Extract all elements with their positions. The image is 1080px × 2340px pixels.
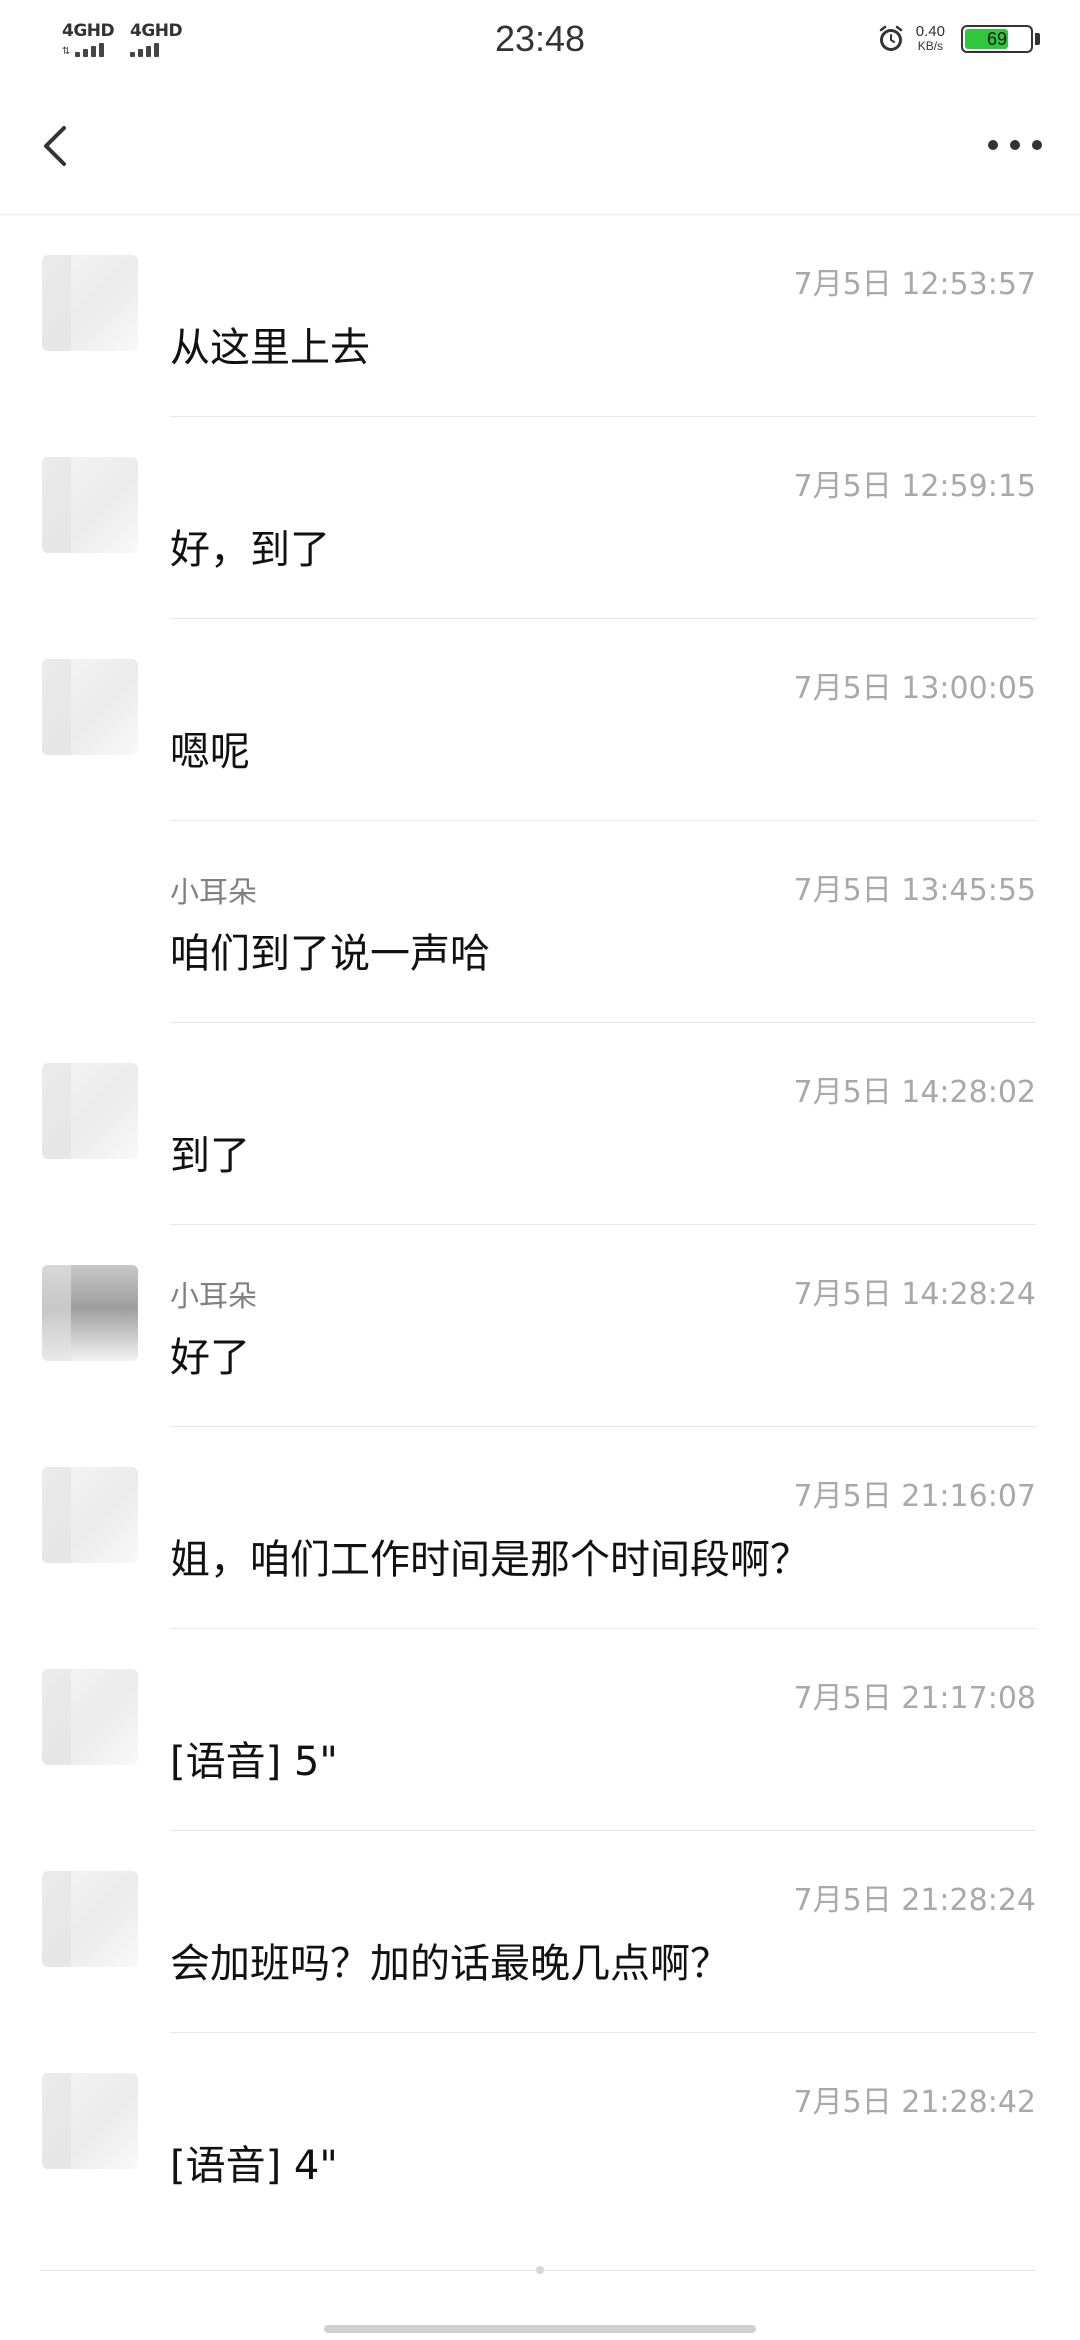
message-content: 嗯呢 <box>170 729 250 775</box>
message-timestamp: 7月5日 21:17:08 <box>793 1681 1036 1716</box>
voice-message-content: [语音] 5" <box>170 1739 338 1785</box>
message-item[interactable]: 7月5日 13:00:05 嗯呢 <box>0 619 1080 821</box>
sender-name: 小耳朵 <box>170 1279 258 1313</box>
message-item[interactable]: 小耳朵 7月5日 14:28:24 好了 <box>0 1225 1080 1427</box>
message-item[interactable]: 7月5日 21:28:24 会加班吗？加的话最晚几点啊？ <box>0 1831 1080 2033</box>
network-speed: 0.40 KB/s <box>916 24 945 54</box>
home-indicator[interactable] <box>324 2325 756 2333</box>
more-options-button[interactable] <box>980 120 1050 170</box>
chevron-left-icon <box>44 126 66 166</box>
avatar[interactable] <box>42 1669 138 1765</box>
message-item[interactable]: 7月5日 21:16:07 姐，咱们工作时间是那个时间段啊？ <box>0 1427 1080 1629</box>
message-content: 姐，咱们工作时间是那个时间段啊？ <box>170 1537 810 1583</box>
message-timestamp: 7月5日 21:28:24 <box>793 1883 1036 1918</box>
message-timestamp: 7月5日 12:59:15 <box>793 469 1036 504</box>
message-timestamp: 7月5日 21:16:07 <box>793 1479 1036 1514</box>
message-item[interactable]: 7月5日 21:17:08 [语音] 5" <box>0 1629 1080 1831</box>
avatar[interactable] <box>42 457 138 553</box>
message-item[interactable]: 7月5日 14:28:02 到了 <box>0 1023 1080 1225</box>
battery-tip <box>1035 33 1040 45</box>
avatar[interactable] <box>42 255 138 351</box>
message-timestamp: 7月5日 14:28:24 <box>793 1277 1036 1312</box>
message-content: 好，到了 <box>170 527 330 573</box>
network-speed-value: 0.40 <box>915 23 945 40</box>
message-item[interactable]: 7月5日 21:28:42 [语音] 4" <box>0 2033 1080 2235</box>
status-bar: 4GHD ⇅ 4GHD 23:48 0.40 KB/s 69 <box>0 0 1080 80</box>
alarm-clock-icon <box>879 25 903 51</box>
message-item[interactable]: 小耳朵 7月5日 13:45:55 咱们到了说一声哈 <box>0 821 1080 1023</box>
message-content: 好了 <box>170 1335 250 1381</box>
battery-level: 69 <box>986 29 1008 49</box>
list-end-dot <box>536 2266 544 2274</box>
avatar[interactable] <box>42 1871 138 1967</box>
avatar[interactable] <box>42 1265 138 1361</box>
message-timestamp: 7月5日 13:45:55 <box>793 873 1036 908</box>
back-button[interactable] <box>32 116 82 176</box>
avatar[interactable] <box>42 1467 138 1563</box>
message-timestamp: 7月5日 21:28:42 <box>793 2085 1036 2120</box>
message-item[interactable]: 7月5日 12:59:15 好，到了 <box>0 417 1080 619</box>
more-dots-icon <box>988 140 1042 150</box>
message-timestamp: 7月5日 14:28:02 <box>793 1075 1036 1110</box>
message-list: 7月5日 12:53:57 从这里上去 7月5日 12:59:15 好，到了 7… <box>0 215 1080 2235</box>
avatar[interactable] <box>42 659 138 755</box>
sender-name: 小耳朵 <box>170 875 258 909</box>
voice-message-content: [语音] 4" <box>170 2143 338 2189</box>
avatar[interactable] <box>42 1063 138 1159</box>
message-timestamp: 7月5日 12:53:57 <box>793 267 1036 302</box>
message-timestamp: 7月5日 13:00:05 <box>793 671 1036 706</box>
nav-bar <box>0 80 1080 215</box>
status-right-group: 0.40 KB/s 69 <box>876 24 1040 54</box>
message-content: 咱们到了说一声哈 <box>170 931 490 977</box>
message-content: 到了 <box>170 1133 250 1179</box>
message-item[interactable]: 7月5日 12:53:57 从这里上去 <box>0 215 1080 417</box>
message-content: 会加班吗？加的话最晚几点啊？ <box>170 1941 730 1987</box>
network-speed-unit: KB/s <box>917 39 944 53</box>
message-content: 从这里上去 <box>170 325 370 371</box>
avatar[interactable] <box>42 2073 138 2169</box>
battery-icon: 69 <box>961 25 1033 53</box>
